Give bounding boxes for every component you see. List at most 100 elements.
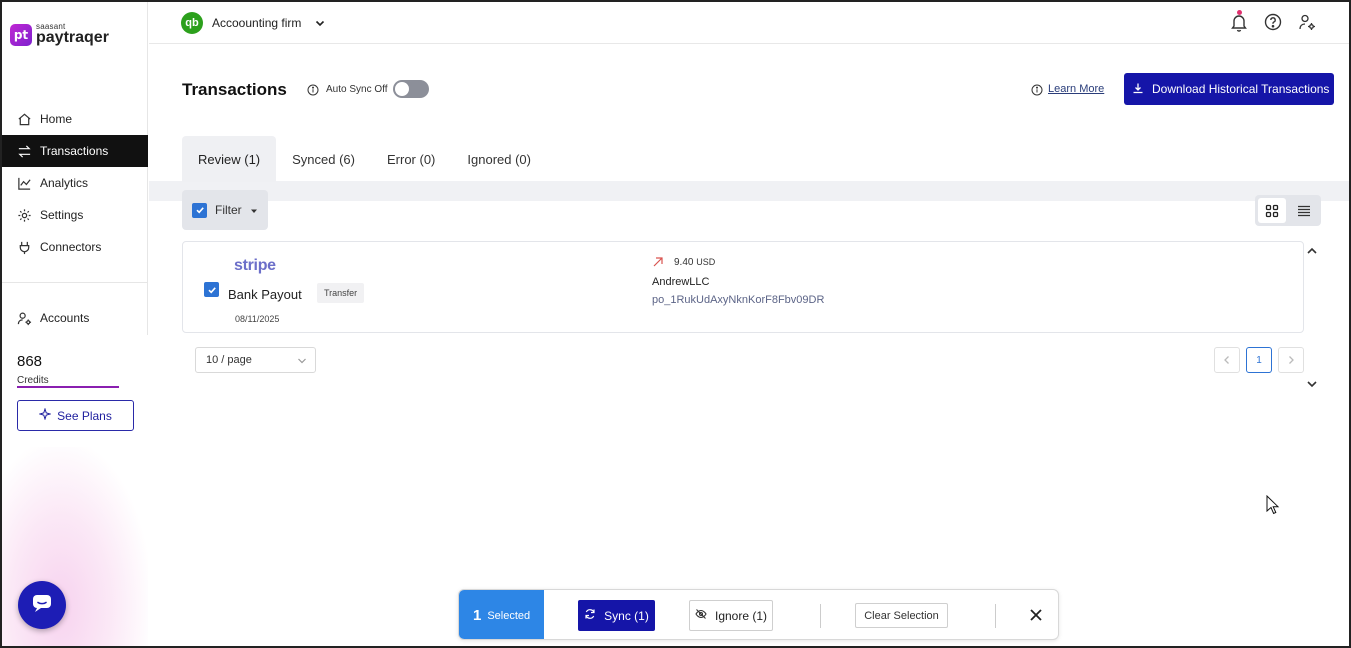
plug-icon: [16, 239, 32, 255]
chevron-down-icon[interactable]: [314, 16, 326, 34]
sync-label: Sync (1): [604, 608, 649, 623]
transaction-checkbox[interactable]: [204, 282, 219, 297]
chevron-down-icon: [297, 356, 307, 368]
info-icon[interactable]: [307, 83, 319, 101]
auto-sync-label: Auto Sync Off: [326, 84, 388, 95]
selected-count: 1: [473, 607, 482, 624]
transaction-tag: Transfer: [317, 283, 365, 303]
quickbooks-logo: qb: [181, 12, 203, 34]
app-window: pt saasant paytraqer Home Transactions A…: [0, 0, 1351, 648]
notification-dot: [1237, 10, 1242, 15]
prev-page-button[interactable]: [1214, 347, 1240, 373]
download-icon: [1132, 82, 1144, 97]
mouse-cursor-icon: [1266, 494, 1280, 520]
sidebar: pt saasant paytraqer Home Transactions A…: [2, 2, 148, 646]
download-label: Download Historical Transactions: [1152, 82, 1330, 96]
chevron-up-icon[interactable]: [1306, 243, 1318, 261]
logo-mark: pt: [10, 23, 32, 46]
help-icon[interactable]: [1263, 11, 1283, 33]
select-all-checkbox[interactable]: [192, 202, 207, 218]
sidebar-nav: Home Transactions Analytics Settings Con…: [2, 103, 148, 263]
transaction-amount: 9.40 USD: [674, 257, 715, 268]
transaction-card[interactable]: stripe Bank Payout Transfer 08/11/2025 9…: [182, 241, 1304, 333]
tab-ignored[interactable]: Ignored (0): [451, 136, 547, 182]
chat-icon: [31, 593, 53, 618]
payout-id[interactable]: po_1RukUdAxyNknKorF8Fbv09DR: [652, 294, 824, 306]
eye-off-icon: [695, 608, 707, 623]
arrow-up-right-icon: [652, 255, 664, 273]
credits-label: Credits: [17, 375, 49, 386]
sidebar-item-analytics[interactable]: Analytics: [2, 167, 148, 199]
transaction-date: 08/11/2025: [235, 314, 280, 324]
auto-sync-toggle[interactable]: [393, 80, 429, 98]
caret-down-icon[interactable]: [250, 203, 258, 217]
ignore-label: Ignore (1): [714, 608, 768, 623]
user-gear-icon: [16, 310, 32, 326]
selection-action-bar: 1 Selected Sync (1) Ignore (1) Clear Sel…: [458, 589, 1059, 640]
gear-icon: [16, 207, 32, 223]
grid-view-icon[interactable]: [1258, 198, 1286, 223]
action-divider: [820, 604, 821, 628]
logo-product: paytraqer: [36, 29, 109, 46]
sidebar-divider: [2, 282, 148, 283]
tab-review[interactable]: Review (1): [182, 136, 277, 182]
tab-error[interactable]: Error (0): [371, 136, 451, 182]
credits-bar: [17, 386, 119, 388]
chevron-down-icon[interactable]: [1306, 376, 1318, 394]
topbar: qb Accoounting firm: [149, 2, 1349, 44]
sidebar-item-settings[interactable]: Settings: [2, 199, 148, 231]
selection-count: 1 Selected: [459, 590, 544, 639]
sync-icon: [584, 608, 596, 623]
see-plans-label: See Plans: [57, 408, 112, 423]
company-switcher[interactable]: Accoounting firm: [212, 16, 301, 30]
logo[interactable]: pt saasant paytraqer: [10, 23, 109, 46]
list-view-icon[interactable]: [1290, 198, 1318, 223]
download-historical-button[interactable]: Download Historical Transactions: [1124, 73, 1334, 105]
sidebar-item-label: Settings: [40, 208, 84, 222]
filter-dropdown[interactable]: Filter: [215, 203, 242, 217]
page-size-select[interactable]: 10 / page: [195, 347, 316, 373]
ignore-button[interactable]: Ignore (1): [689, 600, 773, 631]
credits-panel: 868 Credits See Plans: [2, 335, 148, 447]
sidebar-item-accounts[interactable]: Accounts: [2, 302, 148, 334]
sidebar-item-label: Transactions: [40, 144, 109, 158]
sidebar-item-label: Home: [40, 112, 73, 126]
topbar-icons: [1229, 10, 1317, 33]
sidebar-item-label: Analytics: [40, 176, 89, 190]
sidebar-item-label: Connectors: [40, 240, 102, 254]
page-size-value: 10 / page: [206, 354, 252, 366]
sidebar-item-transactions[interactable]: Transactions: [2, 135, 148, 167]
sidebar-item-connectors[interactable]: Connectors: [2, 231, 148, 263]
home-icon: [16, 111, 32, 127]
analytics-icon: [16, 175, 32, 191]
content-background: [149, 181, 1349, 201]
clear-selection-button[interactable]: Clear Selection: [855, 603, 948, 628]
learn-more-link[interactable]: Learn More: [1048, 83, 1104, 95]
credits-value: 868: [17, 353, 43, 370]
action-divider: [995, 604, 996, 628]
filter-bar: Filter: [182, 190, 268, 230]
sync-button[interactable]: Sync (1): [578, 600, 655, 631]
see-plans-button[interactable]: See Plans: [17, 400, 134, 431]
transfer-icon: [16, 143, 32, 159]
close-icon[interactable]: [1027, 606, 1045, 624]
transaction-type: Bank Payout: [228, 287, 302, 302]
user-settings-icon[interactable]: [1297, 11, 1317, 33]
info-icon: [1031, 83, 1043, 101]
sidebar-item-home[interactable]: Home: [2, 103, 148, 135]
payee-name: AndrewLLC: [652, 276, 710, 288]
sidebar-item-label: Accounts: [40, 311, 90, 325]
view-toggle: [1255, 195, 1321, 226]
toggle-knob: [395, 82, 409, 96]
page-title: Transactions: [182, 80, 287, 99]
selected-label: Selected: [487, 609, 531, 622]
amount-currency: USD: [696, 257, 716, 267]
page-number-button[interactable]: 1: [1246, 347, 1272, 373]
tab-synced[interactable]: Synced (6): [276, 136, 371, 182]
next-page-button[interactable]: [1278, 347, 1304, 373]
sparkle-icon: [38, 407, 52, 423]
amount-value: 9.40: [674, 257, 694, 268]
chat-button[interactable]: [18, 581, 66, 629]
notification-bell-icon[interactable]: [1229, 10, 1249, 33]
tab-bar: Review (1) Synced (6) Error (0) Ignored …: [182, 136, 547, 182]
